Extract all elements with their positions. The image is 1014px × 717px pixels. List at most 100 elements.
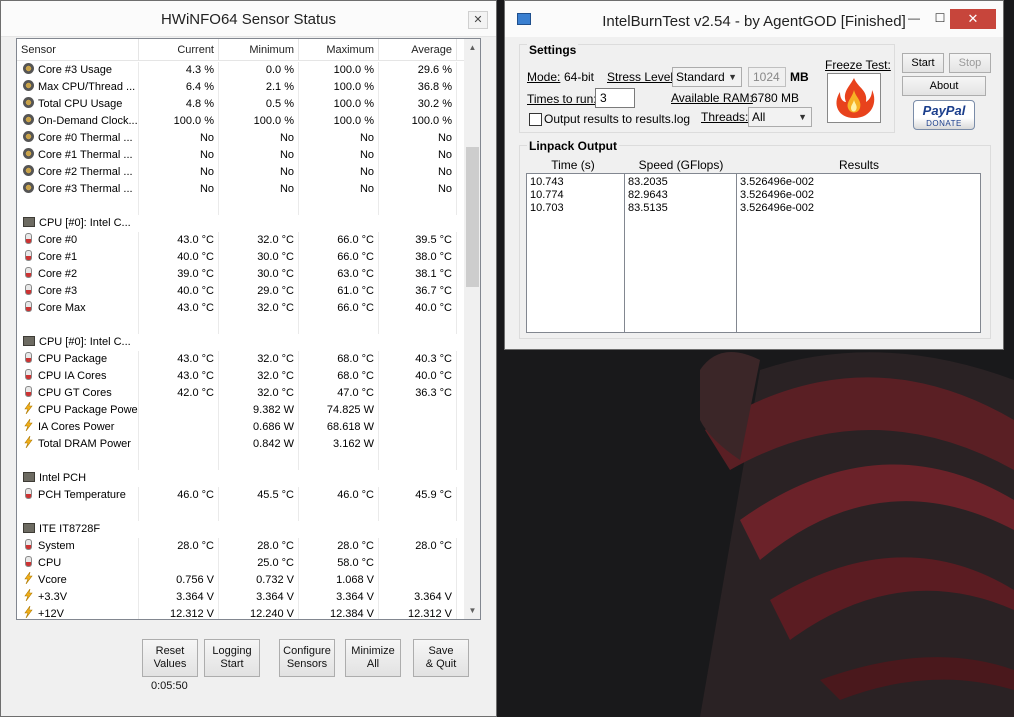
sensor-table-scrollbar[interactable]: ▲ ▼ [464,39,480,619]
reset-values-label-line2: Values [153,658,187,670]
linpack-output-label: Linpack Output [527,139,619,153]
threads-select[interactable]: All ▼ [748,107,812,127]
current-value [139,504,219,521]
start-button[interactable]: Start [902,53,944,73]
sensor-row[interactable]: CPU IA Cores 43.0 °C 32.0 °C 68.0 °C 40.0 °C [17,368,464,385]
sensor-row[interactable]: PCH Temperature 46.0 °C 45.5 °C 46.0 °C 45.9… [17,487,464,504]
sensor-row[interactable]: Max CPU/Thread ... 6.4 % 2.1 % 100.0 % 36.8 … [17,79,464,96]
sensor-row[interactable] [17,317,464,334]
minimize-all-button[interactable]: Minimize All [345,639,401,677]
current-value-text: 12.312 V [169,608,214,620]
scroll-down-icon[interactable]: ▼ [464,602,480,619]
minimum-value-text: No [279,183,294,195]
current-value-text: 0.756 V [176,574,214,586]
chip-icon [23,472,35,482]
minimum-value-text: 32.0 °C [257,353,294,365]
sensor-row[interactable]: Core #3 Usage 4.3 % 0.0 % 100.0 % 29.6 % [17,62,464,79]
linpack-results-list[interactable]: 10.743 83.2035 3.526496e-002 10.774 82.9643 3… [526,173,981,333]
sensor-row[interactable]: Core #3 Thermal ... No No No No [17,181,464,198]
maximum-value: 3.162 W [299,436,379,453]
sensor-row[interactable]: IA Cores Power 0.686 W 68.618 W [17,419,464,436]
sensor-group-row[interactable]: CPU [#0]: Intel C... [17,215,464,232]
sensor-row[interactable]: Core Max 43.0 °C 32.0 °C 66.0 °C 40.0 °C [17,300,464,317]
about-button[interactable]: About [902,76,986,96]
logging-start-button[interactable]: Logging Start [204,639,260,677]
average-value-text: 38.1 °C [415,268,452,280]
save-quit-button[interactable]: Save & Quit [413,639,469,677]
paypal-logo: PayPal [922,103,966,118]
sensor-group-row[interactable]: ITE IT8728F [17,521,464,538]
reset-values-button[interactable]: Reset Values [142,639,198,677]
sensor-rows: Core #3 Usage 4.3 % 0.0 % 100.0 % 29.6 % Max … [17,62,464,620]
stop-button[interactable]: Stop [949,53,991,73]
sensor-row[interactable] [17,198,464,215]
minimize-icon[interactable]: — [901,9,927,29]
sensor-name: Total DRAM Power [17,436,139,453]
scrollbar-thumb[interactable] [466,147,479,287]
output-results-checkbox[interactable] [529,113,542,126]
sensor-row[interactable]: CPU Package Power 9.382 W 74.825 W [17,402,464,419]
maximum-value: 100.0 % [299,113,379,130]
average-value-text: No [437,132,452,144]
sensor-name-text: System [38,540,75,552]
sensor-row[interactable]: CPU GT Cores 42.0 °C 32.0 °C 47.0 °C 36.3 °C [17,385,464,402]
average-value [379,504,457,521]
maximum-value: 46.0 °C [299,487,379,504]
current-value-text: 3.364 V [176,591,214,603]
freeze-test-button[interactable] [827,73,881,123]
sensor-row[interactable]: CPU 25.0 °C 58.0 °C [17,555,464,572]
column-header-maximum[interactable]: Maximum [299,39,379,61]
sensor-row[interactable]: CPU Package 43.0 °C 32.0 °C 68.0 °C 40.3 °C [17,351,464,368]
sensor-row[interactable] [17,453,464,470]
sensor-row[interactable]: Core #1 Thermal ... No No No No [17,147,464,164]
current-value: 100.0 % [139,113,219,130]
sensor-name-text: PCH Temperature [38,489,126,501]
sensor-row[interactable] [17,504,464,521]
current-value-text: 6.4 % [185,81,214,93]
stress-level-select[interactable]: Standard ▼ [672,67,742,87]
configure-sensors-button[interactable]: Configure Sensors [279,639,335,677]
sensor-row[interactable]: +3.3V 3.364 V 3.364 V 3.364 V 3.364 V [17,589,464,606]
sensor-row[interactable]: Core #2 Thermal ... No No No No [17,164,464,181]
sensor-row[interactable]: Core #3 40.0 °C 29.0 °C 61.0 °C 36.7 °C [17,283,464,300]
sensor-row[interactable]: On-Demand Clock... 100.0 % 100.0 % 100.0 % 1… [17,113,464,130]
minimum-value-text: 0.842 W [253,438,294,450]
paypal-donate-button[interactable]: PayPal DONATE [913,100,975,130]
hwinfo-titlebar[interactable]: HWiNFO64 Sensor Status ✕ [1,1,496,37]
times-to-run-field[interactable]: 3 [595,88,635,108]
maximum-value-text: 47.0 °C [337,387,374,399]
minimum-value: 9.382 W [219,402,299,419]
minimum-value [219,453,299,470]
current-value: 12.312 V [139,606,219,620]
column-header-average[interactable]: Average [379,39,457,61]
sensor-row[interactable]: Core #1 40.0 °C 30.0 °C 66.0 °C 38.0 °C [17,249,464,266]
sensor-group-row[interactable]: CPU [#0]: Intel C... [17,334,464,351]
sensor-name: On-Demand Clock... [17,113,139,130]
sensor-row[interactable]: System 28.0 °C 28.0 °C 28.0 °C 28.0 °C [17,538,464,555]
sensor-row[interactable]: Core #0 Thermal ... No No No No [17,130,464,147]
current-value [139,402,219,419]
close-icon[interactable]: ✕ [950,9,996,29]
sensor-row[interactable]: Vcore 0.756 V 0.732 V 1.068 V [17,572,464,589]
ibt-titlebar[interactable]: IntelBurnTest v2.54 - by AgentGOD [Finis… [505,1,1003,37]
column-header-current[interactable]: Current [139,39,219,61]
column-header-minimum[interactable]: Minimum [219,39,299,61]
sensor-name: CPU GT Cores [17,385,139,402]
stress-level-label: Stress Level: [607,70,677,84]
memory-size-field[interactable]: 1024 [748,67,786,87]
average-value-text: 36.7 °C [415,285,452,297]
maximum-value-text: 66.0 °C [337,302,374,314]
sensor-row[interactable]: +12V 12.312 V 12.240 V 12.384 V 12.312 V [17,606,464,620]
times-to-run-label: Times to run: [527,92,597,106]
current-value: 46.0 °C [139,487,219,504]
sensor-row[interactable]: Core #2 39.0 °C 30.0 °C 63.0 °C 38.1 °C [17,266,464,283]
hwinfo-close-button[interactable]: ✕ [468,11,488,29]
column-header-sensor[interactable]: Sensor [17,39,139,61]
sensor-row[interactable]: Total DRAM Power 0.842 W 3.162 W [17,436,464,453]
scroll-up-icon[interactable]: ▲ [464,39,480,56]
sensor-group-row[interactable]: Intel PCH [17,470,464,487]
sensor-row[interactable]: Core #0 43.0 °C 32.0 °C 66.0 °C 39.5 °C [17,232,464,249]
minimum-value: No [219,181,299,198]
sensor-row[interactable]: Total CPU Usage 4.8 % 0.5 % 100.0 % 30.2 % [17,96,464,113]
sensor-name-text: Core #0 Thermal ... [38,132,133,144]
